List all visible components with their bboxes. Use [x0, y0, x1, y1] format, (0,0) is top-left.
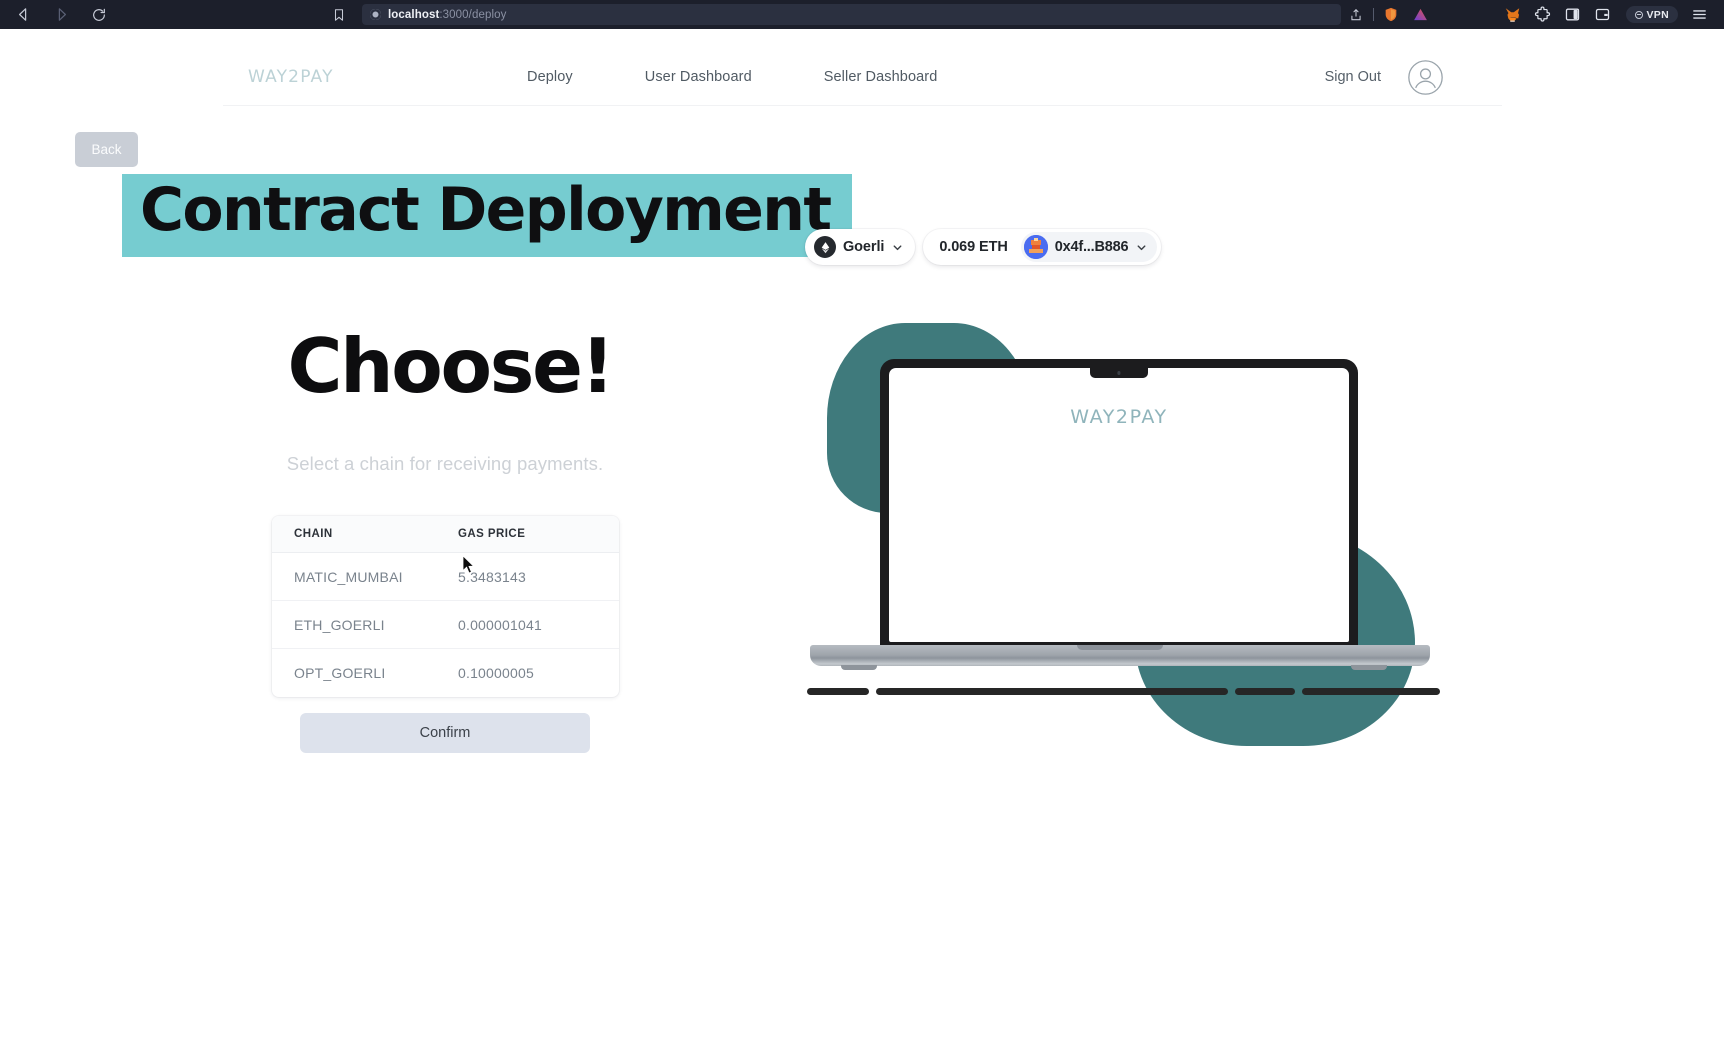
nav-link-user-dashboard[interactable]: User Dashboard — [609, 69, 788, 85]
chevron-down-icon — [891, 241, 904, 254]
vpn-status-icon — [1634, 10, 1643, 19]
ground-dash — [807, 688, 869, 695]
confirm-button[interactable]: Confirm — [300, 713, 590, 753]
account-balance-pill: 0.069 ETH 0x4f...B886 — [923, 229, 1162, 265]
ground-dash — [1235, 688, 1295, 695]
chain-gas-table: CHAIN GAS PRICE MATIC_MUMBAI 5.3483143 E… — [272, 516, 619, 697]
screen-brand-logo: WAY2PAY — [1070, 406, 1168, 428]
brave-rewards-icon[interactable] — [1406, 0, 1436, 29]
laptop-lid: WAY2PAY — [880, 359, 1358, 649]
wallet-connect-widget: Goerli 0.069 ETH 0x4f...B886 — [805, 229, 1162, 265]
eth-balance: 0.069 ETH — [939, 239, 1008, 255]
bookmark-icon[interactable] — [332, 8, 346, 22]
nav-link-deploy[interactable]: Deploy — [491, 69, 609, 85]
account-blockie-icon — [1023, 235, 1048, 259]
ground-dash — [1302, 688, 1440, 695]
nav-right-group: Sign Out — [1325, 59, 1502, 96]
table-row[interactable]: OPT_GOERLI 0.10000005 — [272, 649, 619, 697]
browser-nav-buttons — [0, 4, 110, 26]
nav-link-seller-dashboard[interactable]: Seller Dashboard — [788, 69, 974, 85]
url-address-bar[interactable]: localhost:3000/deploy — [362, 4, 1341, 25]
sign-out-link[interactable]: Sign Out — [1325, 69, 1381, 85]
network-selector[interactable]: Goerli — [805, 229, 916, 265]
choose-heading: Choose! — [287, 322, 614, 410]
mouse-cursor — [462, 555, 475, 574]
extensions-puzzle-icon[interactable] — [1528, 0, 1558, 29]
laptop-foot-right — [1351, 665, 1387, 670]
cell-gas-price: 0.10000005 — [458, 665, 534, 681]
laptop-notch-camera-icon — [1090, 368, 1148, 378]
column-header-gas-price: GAS PRICE — [458, 528, 526, 540]
forward-arrow-icon[interactable] — [50, 4, 72, 26]
table-row[interactable]: MATIC_MUMBAI 5.3483143 — [272, 553, 619, 601]
back-arrow-icon[interactable] — [12, 4, 34, 26]
browser-toolbar: localhost:3000/deploy VPN — [0, 0, 1724, 29]
cell-chain: ETH_GOERLI — [294, 616, 385, 633]
share-icon[interactable] — [1341, 0, 1371, 29]
url-text: localhost:3000/deploy — [388, 8, 507, 21]
chevron-down-icon — [1135, 241, 1148, 254]
reload-icon[interactable] — [88, 4, 110, 26]
site-navbar: WAY2PAY Deploy User Dashboard Seller Das… — [223, 49, 1502, 106]
cell-chain: MATIC_MUMBAI — [294, 568, 403, 585]
brand-logo[interactable]: WAY2PAY — [248, 67, 478, 87]
laptop-base — [810, 645, 1430, 666]
brave-shields-icon[interactable] — [1376, 0, 1406, 29]
nav-links: Deploy User Dashboard Seller Dashboard — [491, 69, 973, 85]
page-title: Contract Deployment — [122, 174, 853, 258]
column-header-chain: CHAIN — [294, 528, 333, 540]
choose-subheading: Select a chain for receiving payments. — [286, 453, 604, 474]
account-address: 0x4f...B886 — [1054, 239, 1129, 255]
table-row[interactable]: ETH_GOERLI 0.000001041 — [272, 601, 619, 649]
table-header-row: CHAIN GAS PRICE — [272, 516, 619, 553]
laptop-illustration: WAY2PAY — [795, 309, 1455, 746]
sidebar-panel-icon[interactable] — [1558, 0, 1588, 29]
page-content: WAY2PAY Deploy User Dashboard Seller Das… — [0, 29, 1724, 1038]
laptop-foot-left — [841, 665, 877, 670]
cell-gas-price: 0.000001041 — [458, 616, 542, 633]
laptop-screen: WAY2PAY — [889, 368, 1349, 642]
brave-wallet-icon[interactable] — [1588, 0, 1618, 29]
browser-right-toolbar: VPN — [1340, 0, 1724, 29]
metamask-fox-icon[interactable] — [1498, 0, 1528, 29]
site-info-icon[interactable] — [370, 9, 381, 20]
vpn-toggle[interactable]: VPN — [1625, 6, 1678, 23]
cell-gas-price: 5.3483143 — [458, 568, 526, 585]
hamburger-menu-icon[interactable] — [1684, 0, 1714, 29]
account-button[interactable]: 0x4f...B886 — [1020, 232, 1158, 262]
user-avatar-icon[interactable] — [1407, 59, 1444, 96]
vpn-label: VPN — [1646, 8, 1669, 21]
network-name: Goerli — [843, 239, 885, 255]
cell-chain: OPT_GOERLI — [294, 665, 386, 681]
ground-dashes — [795, 688, 1455, 695]
toolbar-divider — [1372, 8, 1374, 21]
back-button[interactable]: Back — [75, 132, 138, 167]
ethereum-diamond-icon — [814, 236, 836, 258]
ground-dash — [876, 688, 1228, 695]
